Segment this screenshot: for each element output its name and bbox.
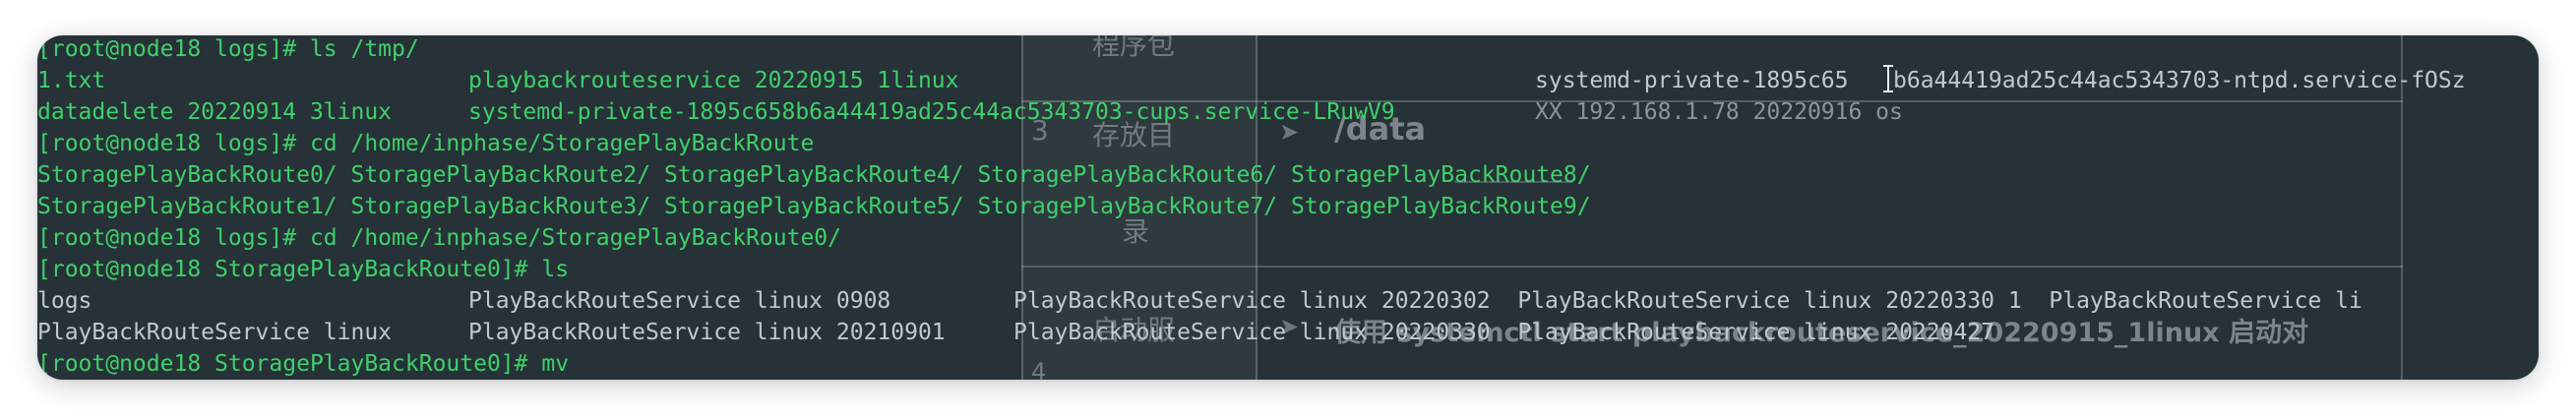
- terminal-line: PlayBackRouteService linux 20220330 Play…: [1013, 320, 1994, 345]
- terminal-line: [root@node18 logs]# cd /home/inphase/Sto…: [37, 225, 841, 251]
- terminal-line: PlayBackRouteService linux 20220302 Play…: [1013, 288, 2362, 314]
- terminal-line: PlayBackRouteService linux 20210901: [468, 320, 946, 345]
- terminal-line: [root@node18 StoragePlayBackRoute0]# ls: [37, 257, 570, 282]
- terminal-line: 1.txt: [37, 68, 106, 93]
- terminal-line: b6a44419ad25c44ac5343703-ntpd.service-fO…: [1893, 68, 2466, 93]
- terminal-window[interactable]: 程序包 3 存放目 ➤ /data 录 启动服 ➤ 使用 systemctl s…: [37, 35, 2539, 380]
- terminal-line: StoragePlayBackRoute0/ StoragePlayBackRo…: [37, 162, 1591, 188]
- terminal-line: playbackrouteservice 20220915 1linux: [468, 68, 959, 93]
- text-cursor-icon: [1883, 65, 1893, 92]
- terminal-line: [root@node18 logs]# ls /tmp/: [37, 36, 419, 62]
- terminal-line: PlayBackRouteService linux: [37, 320, 393, 345]
- terminal-line: systemd-private-1895c65: [1535, 68, 1849, 93]
- terminal-line: PlayBackRouteService linux 0908: [468, 288, 891, 314]
- terminal-line: logs: [37, 288, 92, 314]
- terminal-line: [root@node18 logs]# cd /home/inphase/Sto…: [37, 131, 815, 156]
- terminal-output[interactable]: [root@node18 logs]# ls /tmp/ 1.txt playb…: [37, 35, 2539, 380]
- terminal-line: datadelete 20220914 3linux: [37, 99, 393, 125]
- terminal-line: XX 192.168.1.78 20220916 os: [1535, 99, 1903, 125]
- terminal-line: StoragePlayBackRoute1/ StoragePlayBackRo…: [37, 194, 1591, 219]
- terminal-line: systemd-private-1895c658b6a44419ad25c44a…: [468, 99, 1395, 125]
- terminal-prompt[interactable]: [root@node18 StoragePlayBackRoute0]# mv: [37, 348, 569, 380]
